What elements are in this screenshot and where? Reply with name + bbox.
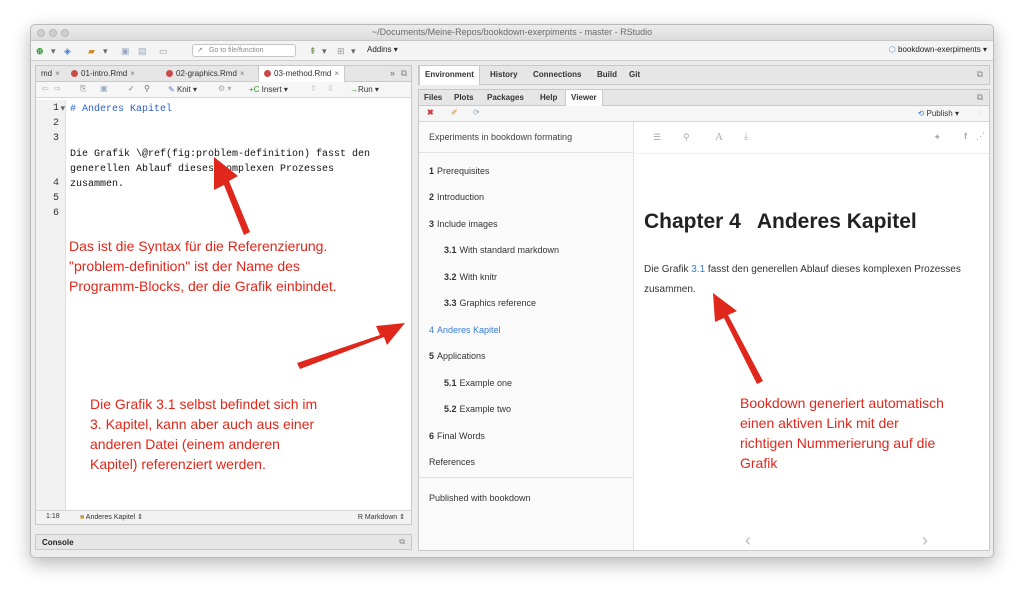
- arrow-to-link: [713, 293, 763, 384]
- annotation-arrows: [214, 157, 763, 384]
- arrow-to-toc-item: [297, 323, 405, 369]
- arrow-to-ref-syntax: [214, 157, 250, 235]
